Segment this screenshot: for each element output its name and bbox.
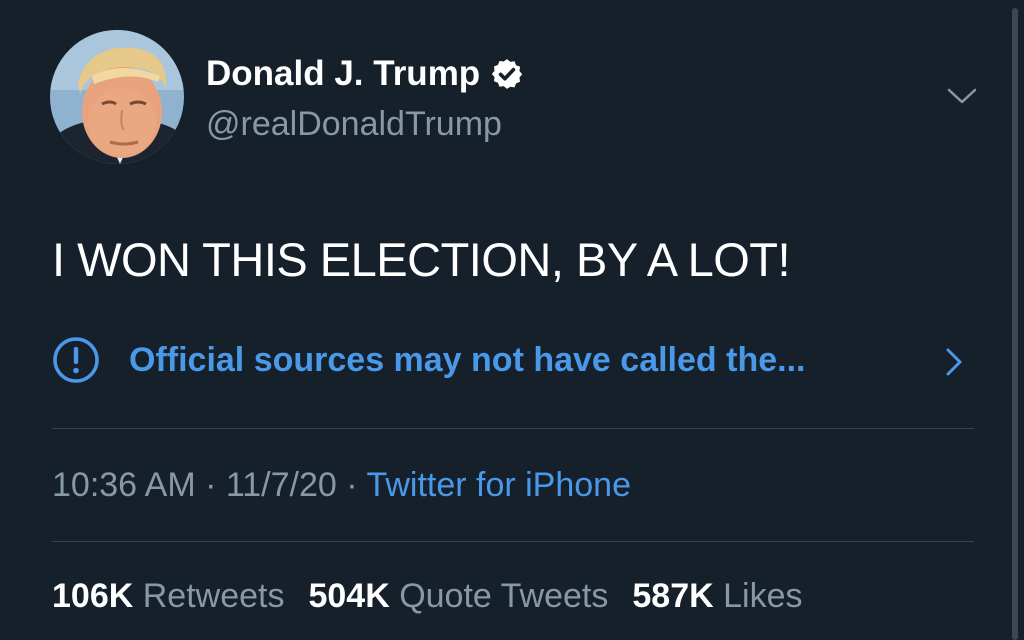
avatar[interactable] [50,30,184,164]
exclamation-circle-icon [53,337,99,383]
avatar-image [50,30,184,164]
retweets-count: 106K [52,577,134,615]
retweets-stat[interactable]: 106K Retweets [52,574,284,618]
quote-tweets-stat[interactable]: 504K Quote Tweets [308,574,608,618]
meta-separator: · [205,466,217,504]
scrollbar[interactable] [1012,8,1018,640]
likes-label: Likes [723,577,803,615]
divider [52,428,974,429]
quote-tweets-count: 504K [308,577,390,615]
tweet-meta: 10:36 AM · 11/7/20 · Twitter for iPhone [52,463,631,507]
tweet-stats: 106K Retweets 504K Quote Tweets 587K Lik… [52,574,802,618]
election-notice-link[interactable]: Official sources may not have called the… [52,334,972,386]
notice-text[interactable]: Official sources may not have called the… [129,341,805,380]
quote-tweets-label: Quote Tweets [399,577,609,615]
tweet-time: 10:36 AM [52,466,196,504]
verified-badge-icon [492,59,523,89]
author-handle[interactable]: @realDonaldTrump [206,103,502,145]
author-name-row[interactable]: Donald J. Trump [206,52,524,96]
divider [52,541,974,542]
likes-count: 587K [632,577,714,615]
tweet-source-link[interactable]: Twitter for iPhone [366,466,631,504]
chevron-right-icon [946,348,962,376]
retweets-label: Retweets [142,577,285,615]
tweet-date: 11/7/20 [225,466,337,504]
meta-separator: · [346,466,358,504]
tweet-text: I WON THIS ELECTION, BY A LOT! [52,233,791,286]
author-display-name[interactable]: Donald J. Trump [206,52,480,96]
chevron-down-icon[interactable] [946,86,978,106]
likes-stat[interactable]: 587K Likes [632,574,802,618]
